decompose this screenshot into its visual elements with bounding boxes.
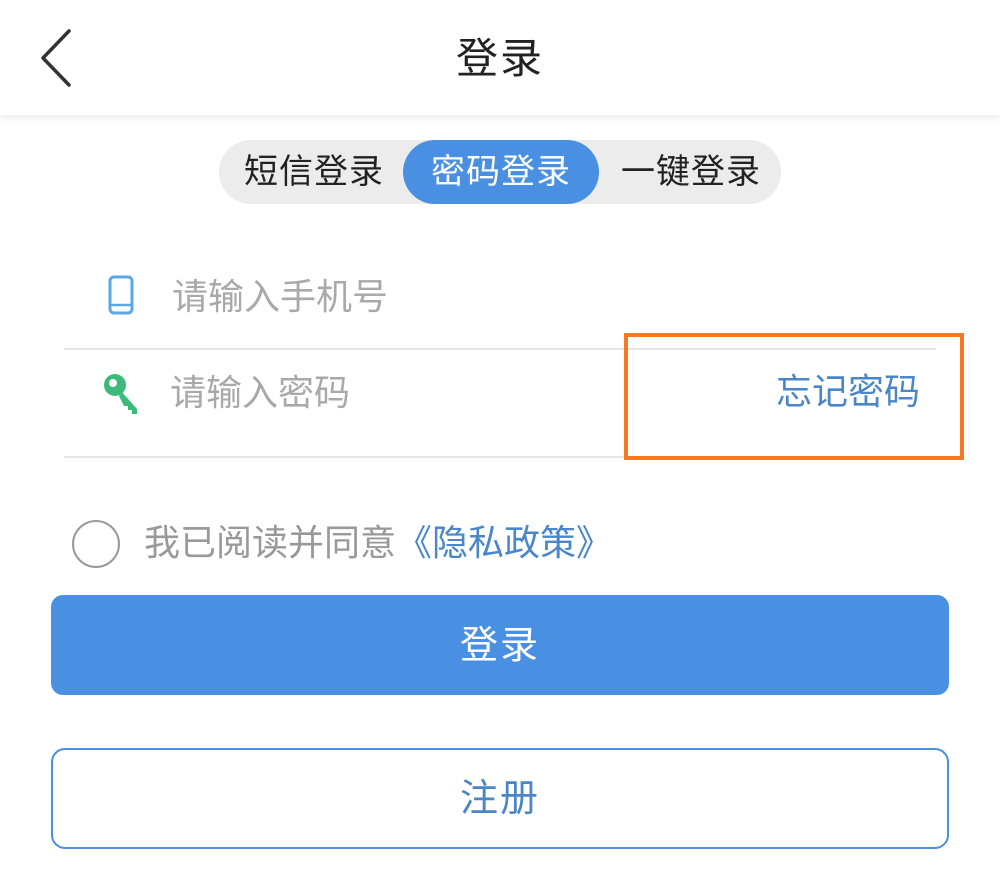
divider	[64, 456, 936, 458]
tab-one-click-login[interactable]: 一键登录	[601, 140, 781, 204]
phone-icon	[108, 275, 134, 315]
password-field-row: 忘记密码	[64, 348, 936, 458]
agreement-text: 我已阅读并同意	[144, 523, 397, 564]
phone-field-row	[64, 250, 936, 350]
tab-password-login[interactable]: 密码登录	[403, 140, 599, 204]
phone-input[interactable]	[172, 272, 872, 322]
page-title: 登录	[455, 34, 544, 83]
agreement-radio[interactable]	[72, 520, 120, 568]
register-button[interactable]: 注册	[51, 748, 949, 849]
key-icon	[104, 374, 137, 414]
privacy-policy-link[interactable]: 《隐私政策》	[396, 523, 612, 564]
tab-sms-login[interactable]: 短信登录	[219, 140, 409, 204]
login-button[interactable]: 登录	[51, 595, 949, 695]
login-mode-tabs: 短信登录 密码登录 一键登录	[219, 140, 781, 204]
password-input[interactable]	[170, 368, 650, 418]
header-bar: 登录	[0, 0, 1000, 115]
forgot-password-link[interactable]: 忘记密码	[776, 368, 920, 418]
